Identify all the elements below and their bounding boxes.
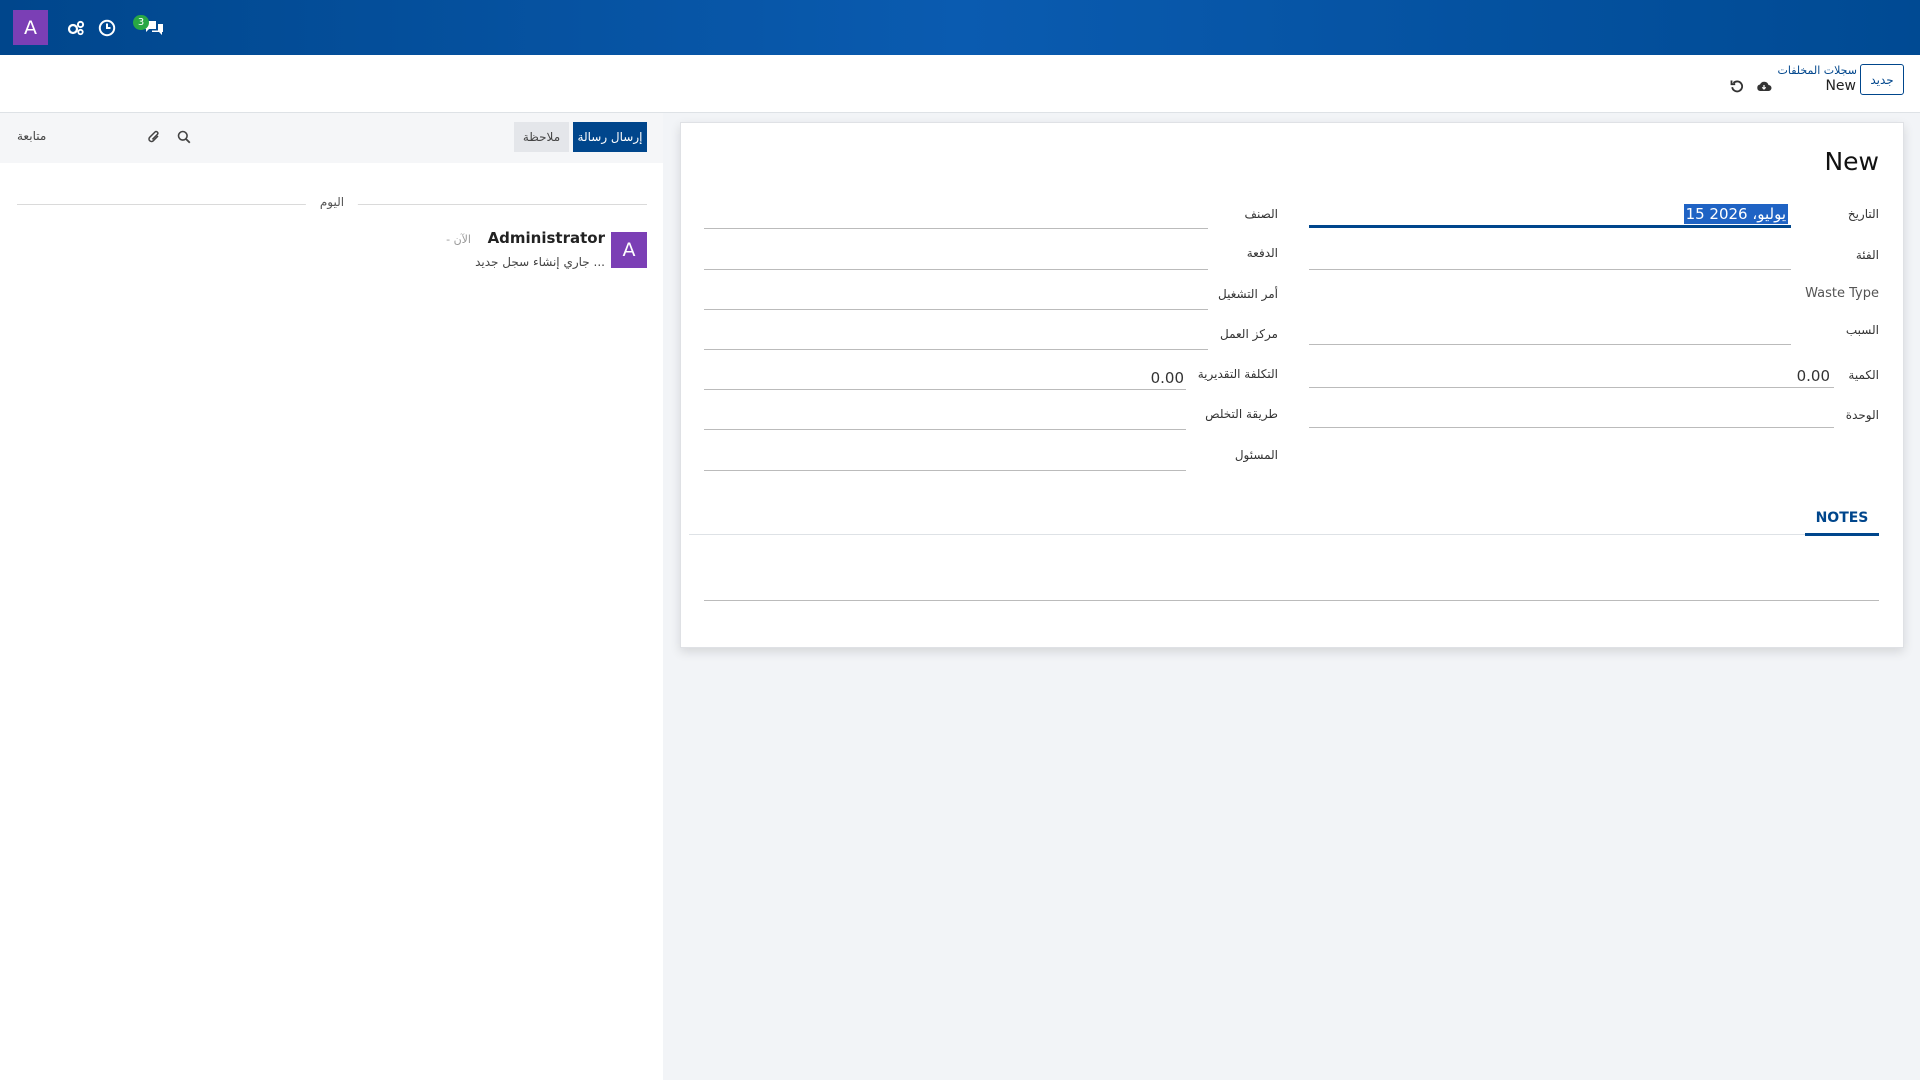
work-order-label: أمر التشغيل [1217, 287, 1278, 301]
unit-input[interactable] [1309, 406, 1834, 428]
message-time: - الآن [446, 233, 471, 246]
estimated-cost-input[interactable]: 0.00 [704, 368, 1186, 390]
work-center-label: مركز العمل [1219, 327, 1278, 341]
day-label: اليوم [305, 195, 359, 209]
send-message-button[interactable]: إرسال رسالة [573, 122, 647, 152]
breadcrumb-current: New [1825, 78, 1856, 94]
undo-icon[interactable] [1728, 77, 1746, 95]
chatter-panel: إرسال رسالة ملاحظة متابعة اليوم A Admini… [0, 113, 663, 1080]
product-label: الصنف [1244, 207, 1278, 221]
message-author-avatar[interactable]: A [611, 232, 647, 268]
message-author[interactable]: Administrator [488, 229, 605, 247]
work-center-input[interactable] [704, 328, 1208, 350]
reason-label: السبب [1845, 323, 1879, 337]
clock-icon[interactable] [96, 17, 118, 39]
date-label: التاريخ [1847, 207, 1879, 221]
chatter-topbar: إرسال رسالة ملاحظة متابعة [0, 113, 663, 163]
user-avatar[interactable]: A [13, 10, 48, 45]
messages-badge: 3 [133, 15, 149, 30]
search-icon[interactable] [175, 128, 193, 146]
paperclip-icon[interactable] [145, 128, 163, 146]
form-sheet: New التاريخ 15 يوليو، 2026 الفئة Waste T… [680, 122, 1904, 648]
top-navbar: A 3 [0, 0, 1920, 55]
estimated-cost-label: التكلفة التقديرية [1197, 367, 1278, 381]
message-body: جاري إنشاء سجل جديد ... [475, 255, 605, 269]
log-note-button[interactable]: ملاحظة [514, 122, 569, 152]
date-value: 15 يوليو، 2026 [1683, 204, 1788, 224]
quantity-input[interactable]: 0.00 [1309, 366, 1834, 388]
waste-type-label: Waste Type [1805, 286, 1879, 301]
responsible-label: المسئول [1234, 448, 1278, 462]
quantity-label: الكمية [1848, 368, 1879, 382]
disposal-method-label: طريقة التخلص [1205, 407, 1278, 421]
responsible-input[interactable] [704, 449, 1186, 471]
breadcrumb-parent[interactable]: سجلات المخلفات [1777, 64, 1857, 77]
category-input[interactable] [1309, 248, 1791, 270]
tab-notes[interactable]: NOTES [1805, 503, 1879, 536]
date-input[interactable]: 15 يوليو، 2026 [1309, 204, 1791, 228]
work-order-input[interactable] [704, 288, 1208, 310]
new-button[interactable]: جديد [1860, 64, 1904, 95]
activity-icon[interactable] [65, 17, 87, 39]
notes-field[interactable] [704, 600, 1879, 601]
product-input[interactable] [704, 207, 1208, 229]
control-panel: جديد سجلات المخلفات New [0, 55, 1920, 113]
reason-input[interactable] [1309, 323, 1791, 345]
cloud-save-icon[interactable] [1755, 77, 1773, 95]
category-label: الفئة [1855, 248, 1879, 262]
batch-label: الدفعة [1246, 246, 1278, 260]
disposal-method-input[interactable] [704, 408, 1186, 430]
tabs-divider [689, 534, 1879, 535]
record-title: New [1824, 147, 1879, 176]
unit-label: الوحدة [1845, 408, 1879, 422]
follow-button[interactable]: متابعة [17, 129, 46, 143]
batch-input[interactable] [704, 248, 1208, 270]
day-separator: اليوم [17, 194, 647, 214]
